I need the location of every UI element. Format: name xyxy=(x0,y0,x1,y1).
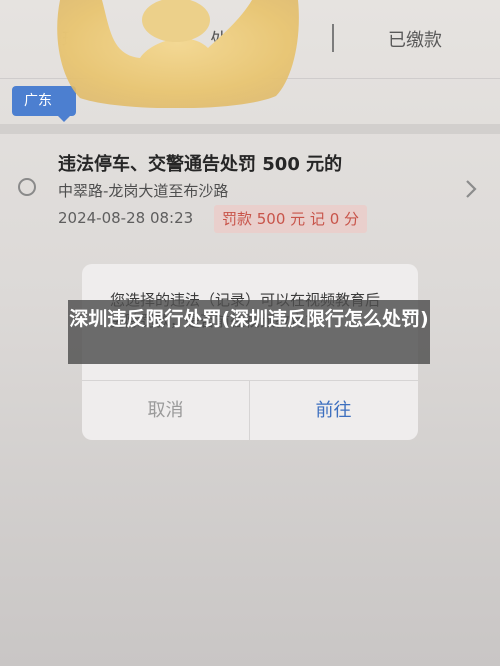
violation-time: 2024-08-28 08:23 xyxy=(58,209,194,227)
tab-paid[interactable]: 已缴款 xyxy=(388,26,442,52)
section-divider xyxy=(0,124,500,134)
violation-title: 违法停车、交警通告处罚 500 元的 xyxy=(58,154,343,175)
violation-location: 中翠路-龙岗大道至布沙路 xyxy=(58,182,229,200)
watermark-banner: 深圳违反限行处罚(深圳违反限行怎么处罚) xyxy=(68,300,430,364)
chevron-right-icon[interactable] xyxy=(462,178,480,200)
go-button[interactable]: 前往 xyxy=(250,381,417,440)
fine-badge: 罚款 500 元 记 0 分 xyxy=(214,205,368,233)
finger-obstruction xyxy=(57,0,299,108)
app-screen: 理 处理未 已缴款 广东 违法停车、交警通告处罚 500 元的 中翠路-龙岗大道… xyxy=(0,0,500,666)
cancel-button[interactable]: 取消 xyxy=(82,381,249,440)
tab-separator xyxy=(332,24,334,52)
radio-unchecked-icon[interactable] xyxy=(18,178,36,196)
